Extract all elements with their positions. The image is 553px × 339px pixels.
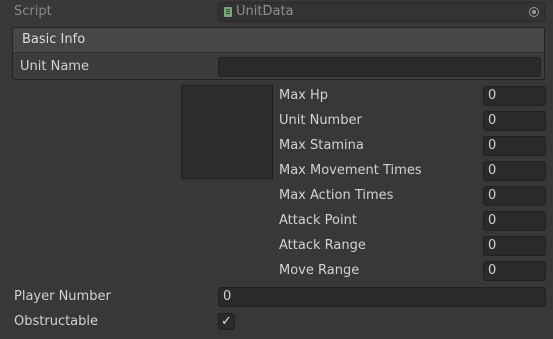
unit-number-label: Unit Number <box>279 113 362 128</box>
basic-info-header[interactable]: Basic Info <box>13 28 544 53</box>
script-name: UnitData <box>236 4 294 19</box>
attack-range-input[interactable]: 0 <box>483 236 546 256</box>
max-hp-input[interactable]: 0 <box>483 86 546 106</box>
attack-point-input[interactable]: 0 <box>483 211 546 231</box>
attack-range-label: Attack Range <box>279 238 366 253</box>
unit-sprite-preview[interactable] <box>181 85 273 179</box>
max-action-times-input[interactable]: 0 <box>483 186 546 206</box>
script-file-icon <box>224 7 232 17</box>
obstructable-checkbox[interactable]: ✓ <box>218 313 235 330</box>
max-movement-times-input[interactable]: 0 <box>483 161 546 181</box>
max-stamina-input[interactable]: 0 <box>483 136 546 156</box>
unit-name-label: Unit Name <box>20 59 89 74</box>
max-movement-times-label: Max Movement Times <box>279 163 422 178</box>
unit-name-input[interactable] <box>218 57 541 77</box>
script-object-field[interactable]: UnitData <box>218 2 545 22</box>
player-number-label: Player Number <box>14 289 111 304</box>
move-range-label: Move Range <box>279 263 360 278</box>
obstructable-label: Obstructable <box>14 314 99 329</box>
max-stamina-label: Max Stamina <box>279 138 364 153</box>
basic-info-group: Basic Info Unit Name <box>12 27 545 80</box>
basic-info-title: Basic Info <box>22 32 86 47</box>
object-picker-icon[interactable] <box>529 7 539 17</box>
max-action-times-label: Max Action Times <box>279 188 394 203</box>
unit-number-input[interactable]: 0 <box>483 111 546 131</box>
player-number-input[interactable]: 0 <box>218 287 546 307</box>
move-range-input[interactable]: 0 <box>483 261 546 281</box>
unit-data-inspector: Script UnitData Basic Info Unit Name Max… <box>0 0 553 339</box>
attack-point-label: Attack Point <box>279 213 357 228</box>
max-hp-label: Max Hp <box>279 88 329 103</box>
script-label: Script <box>14 4 52 19</box>
